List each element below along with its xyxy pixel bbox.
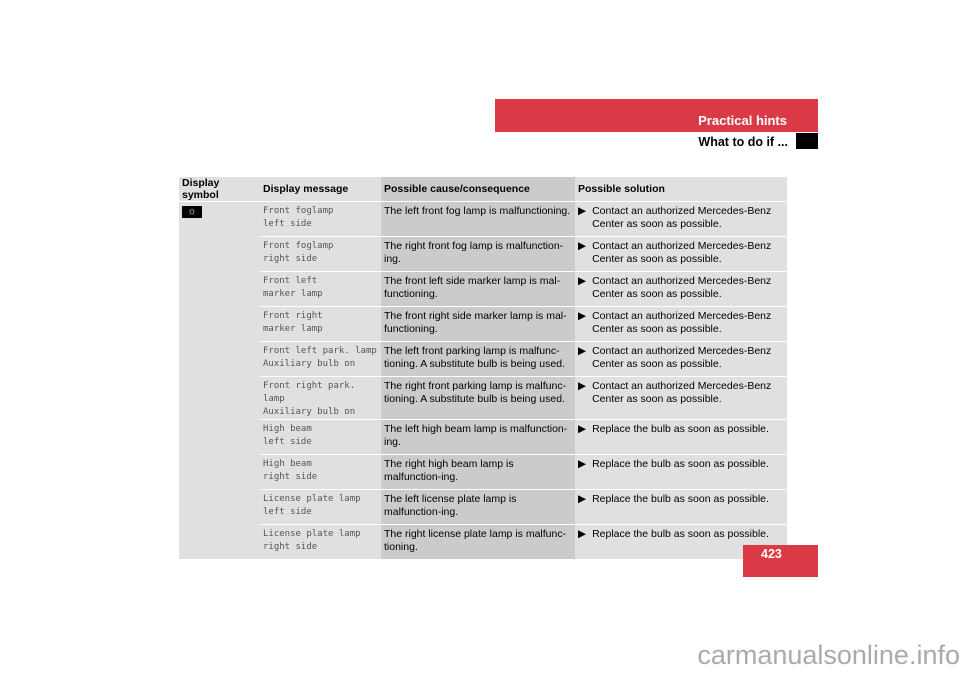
message-line-2: right side bbox=[263, 542, 318, 552]
cause-cell: The left front parking lamp is malfunc-t… bbox=[381, 341, 575, 377]
header-solution: Possible solution bbox=[575, 177, 787, 202]
arrow-bullet-icon: ▶ bbox=[578, 380, 587, 392]
cause-cell: The right front parking lamp is malfunc-… bbox=[381, 376, 575, 420]
header-cause: Possible cause/consequence bbox=[381, 177, 575, 202]
cause-cell: The right license plate lamp is malfunc-… bbox=[381, 524, 575, 559]
table-row: License plate lamp left side The left lice… bbox=[179, 489, 787, 525]
table-row: Front foglamp right side The right front f… bbox=[179, 236, 787, 272]
arrow-bullet-icon: ▶ bbox=[578, 205, 587, 217]
solution-text: Contact an authorized Mercedes-Benz Cent… bbox=[592, 310, 772, 335]
solution-text: Replace the bulb as soon as possible. bbox=[592, 423, 769, 435]
subsection-title: What to do if ... bbox=[698, 135, 788, 149]
table-row: High beam right side The right high beam l… bbox=[179, 454, 787, 490]
message-line-1: Front foglamp bbox=[263, 206, 334, 216]
arrow-bullet-icon: ▶ bbox=[578, 458, 587, 470]
message-line-2: Auxiliary bulb on bbox=[263, 407, 356, 417]
section-title: Practical hints bbox=[698, 113, 787, 128]
message-line-2: left side bbox=[263, 437, 312, 447]
arrow-bullet-icon: ▶ bbox=[578, 345, 587, 357]
solution-text: Contact an authorized Mercedes-Benz Cent… bbox=[592, 345, 772, 370]
message-line-2: marker lamp bbox=[263, 324, 323, 334]
solution-cell: ▶ Replace the bulb as soon as possible. bbox=[575, 419, 787, 455]
message-line-1: Front left bbox=[263, 276, 318, 286]
section-marker bbox=[796, 133, 818, 149]
table-row: Front left marker lamp The front left side… bbox=[179, 271, 787, 307]
message-cell: Front foglamp left side bbox=[260, 201, 381, 237]
symbol-cell: ☼ bbox=[179, 201, 260, 559]
solution-text: Replace the bulb as soon as possible. bbox=[592, 528, 769, 540]
table-row: Front left park. lamp Auxiliary bulb on Th… bbox=[179, 341, 787, 377]
message-line-1: Front right park. lamp bbox=[263, 381, 356, 404]
lamp-icon: ☼ bbox=[182, 206, 202, 218]
table-row: License plate lamp right side The right li… bbox=[179, 524, 787, 559]
message-line-2: right side bbox=[263, 472, 318, 482]
message-cell: High beam left side bbox=[260, 419, 381, 455]
solution-text: Contact an authorized Mercedes-Benz Cent… bbox=[592, 275, 772, 300]
cause-cell: The front right side marker lamp is mal-… bbox=[381, 306, 575, 342]
cause-cell: The right high beam lamp is malfunction-… bbox=[381, 454, 575, 490]
message-line-2: left side bbox=[263, 507, 312, 517]
solution-text: Contact an authorized Mercedes-Benz Cent… bbox=[592, 240, 772, 265]
watermark: carmanualsonline.info bbox=[697, 640, 960, 670]
message-line-1: Front foglamp bbox=[263, 241, 334, 251]
arrow-bullet-icon: ▶ bbox=[578, 528, 587, 540]
display-messages-table: Display symbol Display message Possible … bbox=[179, 177, 787, 559]
message-line-1: High beam bbox=[263, 424, 312, 434]
table-row: Front right marker lamp The front right si… bbox=[179, 306, 787, 342]
page-number: 423 bbox=[761, 547, 782, 561]
solution-text: Contact an authorized Mercedes-Benz Cent… bbox=[592, 380, 772, 405]
arrow-bullet-icon: ▶ bbox=[578, 240, 587, 252]
solution-text: Replace the bulb as soon as possible. bbox=[592, 458, 769, 470]
solution-text: Contact an authorized Mercedes-Benz Cent… bbox=[592, 205, 772, 230]
section-header-bar: Practical hints bbox=[495, 99, 818, 132]
arrow-bullet-icon: ▶ bbox=[578, 493, 587, 505]
header-symbol: Display symbol bbox=[179, 177, 260, 202]
message-cell: License plate lamp right side bbox=[260, 524, 381, 559]
solution-cell: ▶ Contact an authorized Mercedes-Benz Cen… bbox=[575, 306, 787, 342]
message-cell: License plate lamp left side bbox=[260, 489, 381, 525]
arrow-bullet-icon: ▶ bbox=[578, 310, 587, 322]
table-row: High beam left side The left high beam lam… bbox=[179, 419, 787, 455]
page-number-box: 423 bbox=[743, 545, 818, 577]
message-line-2: left side bbox=[263, 219, 312, 229]
message-cell: Front left marker lamp bbox=[260, 271, 381, 307]
message-line-1: High beam bbox=[263, 459, 312, 469]
cause-cell: The front left side marker lamp is mal-f… bbox=[381, 271, 575, 307]
arrow-bullet-icon: ▶ bbox=[578, 275, 587, 287]
solution-cell: ▶ Replace the bulb as soon as possible. bbox=[575, 489, 787, 525]
cause-cell: The left front fog lamp is malfunctionin… bbox=[381, 201, 575, 237]
message-line-1: License plate lamp bbox=[263, 494, 361, 504]
message-cell: Front foglamp right side bbox=[260, 236, 381, 272]
cause-cell: The left license plate lamp is malfuncti… bbox=[381, 489, 575, 525]
message-cell: Front right park. lamp Auxiliary bulb on bbox=[260, 376, 381, 420]
solution-text: Replace the bulb as soon as possible. bbox=[592, 493, 769, 505]
arrow-bullet-icon: ▶ bbox=[578, 423, 587, 435]
solution-cell: ▶ Contact an authorized Mercedes-Benz Cen… bbox=[575, 201, 787, 237]
cause-cell: The right front fog lamp is malfunction-… bbox=[381, 236, 575, 272]
message-cell: High beam right side bbox=[260, 454, 381, 490]
message-line-1: Front left park. lamp bbox=[263, 346, 377, 356]
solution-cell: ▶ Contact an authorized Mercedes-Benz Cen… bbox=[575, 341, 787, 377]
table-row: ☼ Front foglamp left side The left front fo… bbox=[179, 201, 787, 559]
message-line-2: marker lamp bbox=[263, 289, 323, 299]
solution-cell: ▶ Contact an authorized Mercedes-Benz Cen… bbox=[575, 376, 787, 420]
message-cell: Front right marker lamp bbox=[260, 306, 381, 342]
header-message: Display message bbox=[260, 177, 381, 202]
solution-cell: ▶ Contact an authorized Mercedes-Benz Cen… bbox=[575, 271, 787, 307]
solution-cell: ▶ Contact an authorized Mercedes-Benz Cen… bbox=[575, 236, 787, 272]
solution-cell: ▶ Replace the bulb as soon as possible. bbox=[575, 454, 787, 490]
message-line-1: Front right bbox=[263, 311, 323, 321]
cause-cell: The left high beam lamp is malfunction-i… bbox=[381, 419, 575, 455]
message-line-2: right side bbox=[263, 254, 318, 264]
message-line-2: Auxiliary bulb on bbox=[263, 359, 356, 369]
message-line-1: License plate lamp bbox=[263, 529, 361, 539]
message-cell: Front left park. lamp Auxiliary bulb on bbox=[260, 341, 381, 377]
table-row: Front right park. lamp Auxiliary bulb on T… bbox=[179, 376, 787, 420]
